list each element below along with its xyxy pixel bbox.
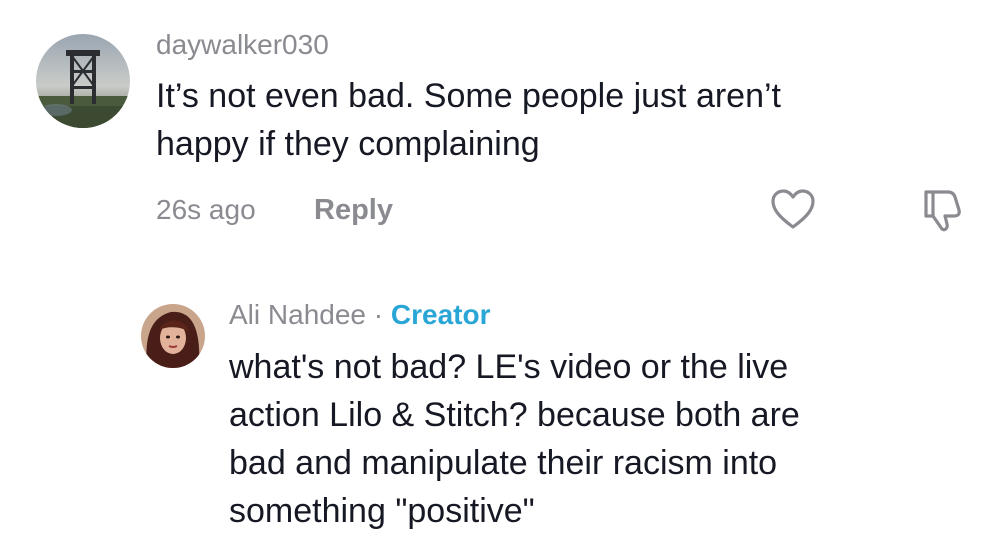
avatar-image xyxy=(36,34,130,128)
separator-dot: · xyxy=(373,299,384,330)
heart-outline-icon xyxy=(771,189,815,229)
reply-username-row: Ali Nahdee · Creator xyxy=(229,298,490,332)
comment-text-line-2: happy if they complaining xyxy=(156,125,540,163)
comment-item: daywalker030 It’s not even bad. Some peo… xyxy=(0,0,1000,260)
reply-button[interactable]: Reply xyxy=(314,193,393,227)
reply-text-line-3: bad and manipulate their racism into xyxy=(229,444,778,482)
dislike-button[interactable] xyxy=(918,186,966,234)
like-button[interactable] xyxy=(770,188,816,232)
avatar-image xyxy=(141,304,205,368)
creator-badge: Creator xyxy=(390,299,491,330)
reply-text-line-2: action Lilo & Stitch? because both are xyxy=(229,396,800,434)
reply-avatar[interactable] xyxy=(141,304,205,368)
thumbs-down-outline-icon xyxy=(924,190,961,232)
reply-username[interactable]: Ali Nahdee xyxy=(229,299,366,330)
comment-timestamp: 26s ago xyxy=(156,194,256,225)
reply-text-line-4: something "positive" xyxy=(229,492,535,530)
avatar[interactable] xyxy=(36,34,130,128)
reply-item: Ali Nahdee · Creator what's not bad? LE'… xyxy=(0,260,1000,548)
reply-text-line-1: what's not bad? LE's video or the live xyxy=(229,348,789,386)
comment-text-line-1: It’s not even bad. Some people just aren… xyxy=(156,77,781,115)
comment-username[interactable]: daywalker030 xyxy=(156,28,329,62)
